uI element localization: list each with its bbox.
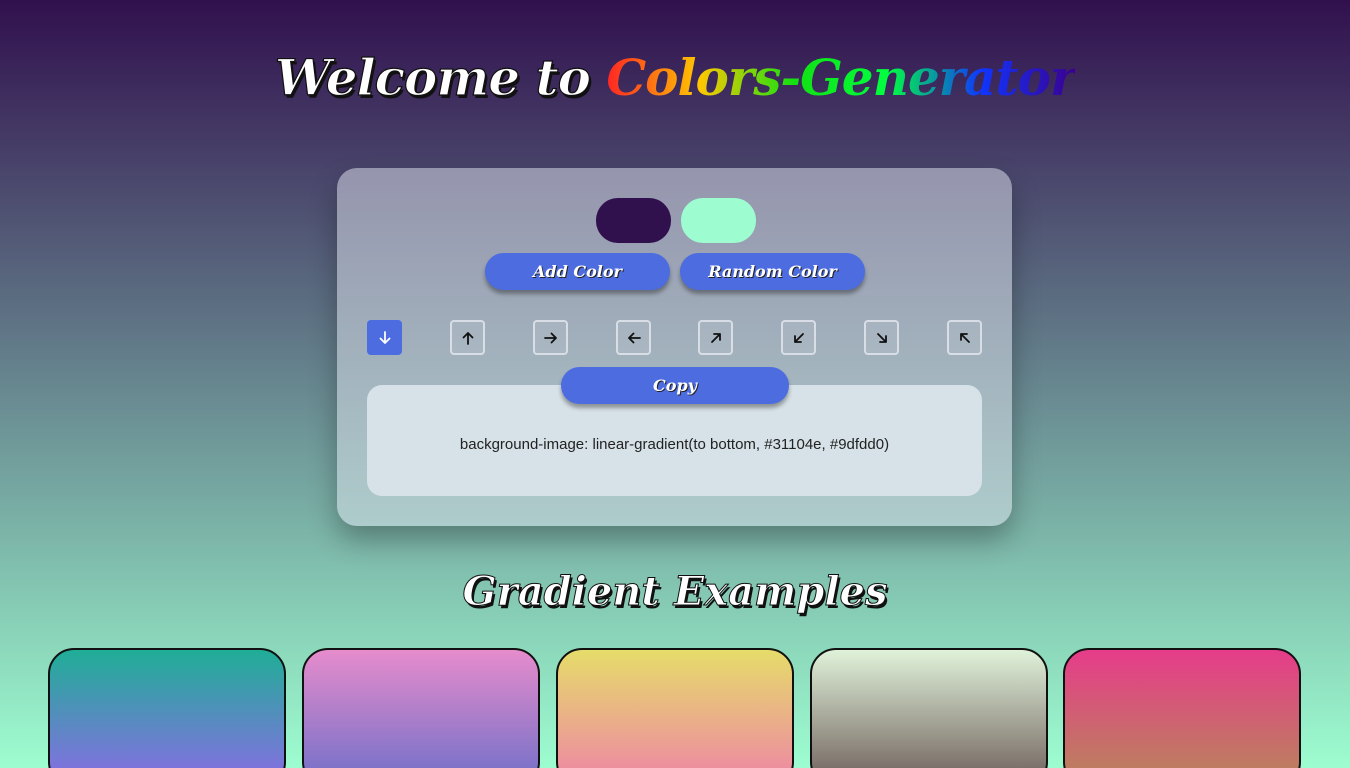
gradient-example-card[interactable]	[810, 648, 1048, 768]
generator-card: Add Color Random Color background-image:…	[337, 168, 1012, 526]
direction-button-to-left[interactable]	[616, 320, 651, 355]
direction-button-to-top-right[interactable]	[698, 320, 733, 355]
gradient-example-card[interactable]	[556, 648, 794, 768]
examples-title: Gradient Examples	[462, 568, 888, 616]
arrow-left-icon	[626, 330, 642, 346]
gradient-example-card[interactable]	[1063, 648, 1301, 768]
page-title: Welcome to Colors-Generator	[0, 47, 1350, 107]
direction-button-to-bottom-right[interactable]	[864, 320, 899, 355]
arrow-up-icon	[460, 330, 476, 346]
direction-button-to-top-left[interactable]	[947, 320, 982, 355]
color-swatch-2[interactable]	[681, 198, 756, 243]
css-output-text: background-image: linear-gradient(to bot…	[459, 436, 890, 453]
color-swatch-1[interactable]	[596, 198, 671, 243]
arrow-up-left-icon	[957, 330, 973, 346]
arrow-down-right-icon	[874, 330, 890, 346]
gradient-example-card[interactable]	[302, 648, 540, 768]
title-brand: Colors-Generator	[606, 48, 1076, 107]
gradient-example-card[interactable]	[48, 648, 286, 768]
arrow-down-left-icon	[791, 330, 807, 346]
direction-button-to-right[interactable]	[533, 320, 568, 355]
arrow-right-icon	[543, 330, 559, 346]
copy-button[interactable]: Copy	[561, 367, 789, 404]
direction-button-to-bottom-left[interactable]	[781, 320, 816, 355]
title-prefix: Welcome to	[274, 47, 607, 107]
arrow-up-right-icon	[708, 330, 724, 346]
add-color-button[interactable]: Add Color	[485, 253, 670, 290]
direction-button-to-top[interactable]	[450, 320, 485, 355]
random-color-button[interactable]: Random Color	[680, 253, 865, 290]
direction-button-to-bottom[interactable]	[367, 320, 402, 355]
arrow-down-icon	[377, 330, 393, 346]
